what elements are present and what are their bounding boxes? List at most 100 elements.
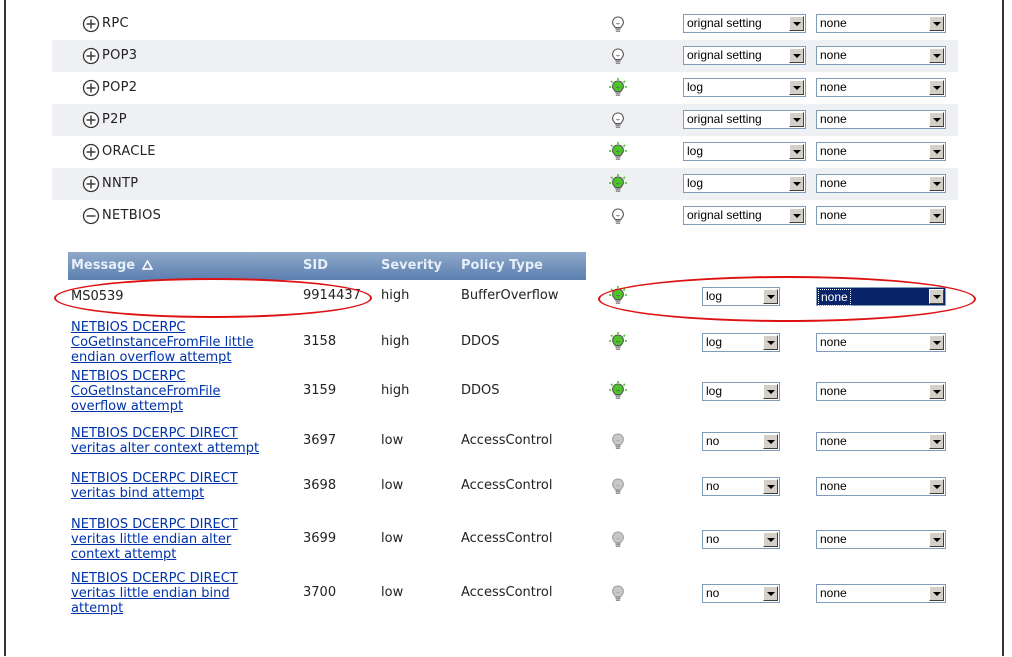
lightbulb-icon[interactable] xyxy=(609,476,627,496)
action-select[interactable]: log xyxy=(683,78,806,97)
dropdown-arrow-icon[interactable] xyxy=(929,434,944,449)
dropdown-arrow-icon[interactable] xyxy=(929,289,944,304)
dropdown-arrow-icon[interactable] xyxy=(929,16,944,31)
response-select[interactable]: none xyxy=(816,333,946,352)
collapse-minus-icon[interactable] xyxy=(82,207,100,225)
action-select[interactable]: no xyxy=(702,530,780,549)
action-select[interactable]: no xyxy=(702,432,780,451)
dropdown-arrow-icon[interactable] xyxy=(789,16,804,31)
dropdown-arrow-icon[interactable] xyxy=(929,532,944,547)
signature-message-line[interactable]: veritas little endian bind xyxy=(71,586,238,601)
lightbulb-icon[interactable] xyxy=(609,110,627,130)
lightbulb-icon[interactable] xyxy=(609,381,627,401)
signature-message-line[interactable]: NETBIOS DCERPC DIRECT xyxy=(71,571,238,586)
response-select[interactable]: none xyxy=(816,530,946,549)
signature-message-line[interactable]: endian overflow attempt xyxy=(71,350,254,365)
dropdown-arrow-icon[interactable] xyxy=(929,208,944,223)
action-select[interactable]: orignal setting xyxy=(683,14,806,33)
lightbulb-icon[interactable] xyxy=(609,142,627,162)
action-select[interactable]: log xyxy=(702,287,780,306)
dropdown-arrow-icon[interactable] xyxy=(929,176,944,191)
lightbulb-icon[interactable] xyxy=(609,174,627,194)
response-select[interactable]: none xyxy=(816,287,946,306)
dropdown-arrow-icon[interactable] xyxy=(763,479,778,494)
response-select[interactable]: none xyxy=(816,142,946,161)
dropdown-arrow-icon[interactable] xyxy=(929,586,944,601)
lightbulb-icon[interactable] xyxy=(609,46,627,66)
dropdown-arrow-icon[interactable] xyxy=(789,112,804,127)
signature-link[interactable]: NETBIOS DCERPC DIRECT veritas bind attemp… xyxy=(71,471,238,501)
action-select[interactable]: log xyxy=(702,382,780,401)
response-select[interactable]: none xyxy=(816,584,946,603)
dropdown-arrow-icon[interactable] xyxy=(929,335,944,350)
dropdown-arrow-icon[interactable] xyxy=(929,479,944,494)
header-policy-type[interactable]: Policy Type xyxy=(461,258,543,273)
dropdown-arrow-icon[interactable] xyxy=(763,289,778,304)
dropdown-arrow-icon[interactable] xyxy=(763,384,778,399)
dropdown-arrow-icon[interactable] xyxy=(789,176,804,191)
signature-message-line[interactable]: attempt xyxy=(71,601,238,616)
signature-message-line[interactable]: NETBIOS DCERPC xyxy=(71,369,220,384)
action-select[interactable]: log xyxy=(683,174,806,193)
action-select[interactable]: no xyxy=(702,477,780,496)
header-severity[interactable]: Severity xyxy=(381,258,442,273)
action-select[interactable]: no xyxy=(702,584,780,603)
signature-message-line[interactable]: overflow attempt xyxy=(71,399,220,414)
dropdown-arrow-icon[interactable] xyxy=(789,48,804,63)
response-select[interactable]: none xyxy=(816,174,946,193)
response-select[interactable]: none xyxy=(816,110,946,129)
response-select[interactable]: none xyxy=(816,46,946,65)
signature-message-line[interactable]: CoGetInstanceFromFile xyxy=(71,384,220,399)
response-select[interactable]: none xyxy=(816,78,946,97)
dropdown-arrow-icon[interactable] xyxy=(929,144,944,159)
dropdown-arrow-icon[interactable] xyxy=(763,434,778,449)
expand-plus-icon[interactable] xyxy=(82,15,100,33)
dropdown-arrow-icon[interactable] xyxy=(763,532,778,547)
dropdown-arrow-icon[interactable] xyxy=(789,80,804,95)
action-select[interactable]: log xyxy=(683,142,806,161)
response-select[interactable]: none xyxy=(816,432,946,451)
signature-link[interactable]: NETBIOS DCERPC CoGetInstanceFromFile overf… xyxy=(71,369,220,414)
signature-message-line[interactable]: CoGetInstanceFromFile little xyxy=(71,335,254,350)
header-message[interactable]: Message xyxy=(71,258,153,273)
dropdown-arrow-icon[interactable] xyxy=(929,384,944,399)
signature-message-line[interactable]: veritas bind attempt xyxy=(71,486,238,501)
action-select[interactable]: orignal setting xyxy=(683,46,806,65)
lightbulb-icon[interactable] xyxy=(609,206,627,226)
signature-message-line[interactable]: NETBIOS DCERPC DIRECT xyxy=(71,471,238,486)
signature-message-line[interactable]: NETBIOS DCERPC DIRECT xyxy=(71,426,259,441)
lightbulb-icon[interactable] xyxy=(609,78,627,98)
expand-plus-icon[interactable] xyxy=(82,175,100,193)
action-select[interactable]: orignal setting xyxy=(683,206,806,225)
header-sid[interactable]: SID xyxy=(303,258,328,273)
dropdown-arrow-icon[interactable] xyxy=(929,112,944,127)
expand-plus-icon[interactable] xyxy=(82,47,100,65)
lightbulb-icon[interactable] xyxy=(609,332,627,352)
lightbulb-icon[interactable] xyxy=(609,583,627,603)
signature-message-line[interactable]: NETBIOS DCERPC DIRECT xyxy=(71,517,238,532)
dropdown-arrow-icon[interactable] xyxy=(763,335,778,350)
signature-link[interactable]: NETBIOS DCERPC DIRECT veritas little endi… xyxy=(71,571,238,616)
signature-link[interactable]: NETBIOS DCERPC DIRECT veritas alter conte… xyxy=(71,426,259,456)
response-select[interactable]: none xyxy=(816,206,946,225)
signature-message-line[interactable]: NETBIOS DCERPC xyxy=(71,320,254,335)
lightbulb-icon[interactable] xyxy=(609,431,627,451)
signature-message-line[interactable]: context attempt xyxy=(71,547,238,562)
signature-link[interactable]: NETBIOS DCERPC CoGetInstanceFromFile litt… xyxy=(71,320,254,365)
action-select[interactable]: orignal setting xyxy=(683,110,806,129)
response-select[interactable]: none xyxy=(816,477,946,496)
expand-plus-icon[interactable] xyxy=(82,111,100,129)
dropdown-arrow-icon[interactable] xyxy=(763,586,778,601)
lightbulb-icon[interactable] xyxy=(609,529,627,549)
sort-up-triangle-icon[interactable] xyxy=(141,259,153,270)
dropdown-arrow-icon[interactable] xyxy=(789,144,804,159)
lightbulb-icon[interactable] xyxy=(609,286,627,306)
expand-plus-icon[interactable] xyxy=(82,143,100,161)
dropdown-arrow-icon[interactable] xyxy=(789,208,804,223)
signature-message-line[interactable]: veritas little endian alter xyxy=(71,532,238,547)
dropdown-arrow-icon[interactable] xyxy=(929,48,944,63)
response-select[interactable]: none xyxy=(816,14,946,33)
lightbulb-icon[interactable] xyxy=(609,14,627,34)
signature-link[interactable]: NETBIOS DCERPC DIRECT veritas little endi… xyxy=(71,517,238,562)
action-select[interactable]: log xyxy=(702,333,780,352)
